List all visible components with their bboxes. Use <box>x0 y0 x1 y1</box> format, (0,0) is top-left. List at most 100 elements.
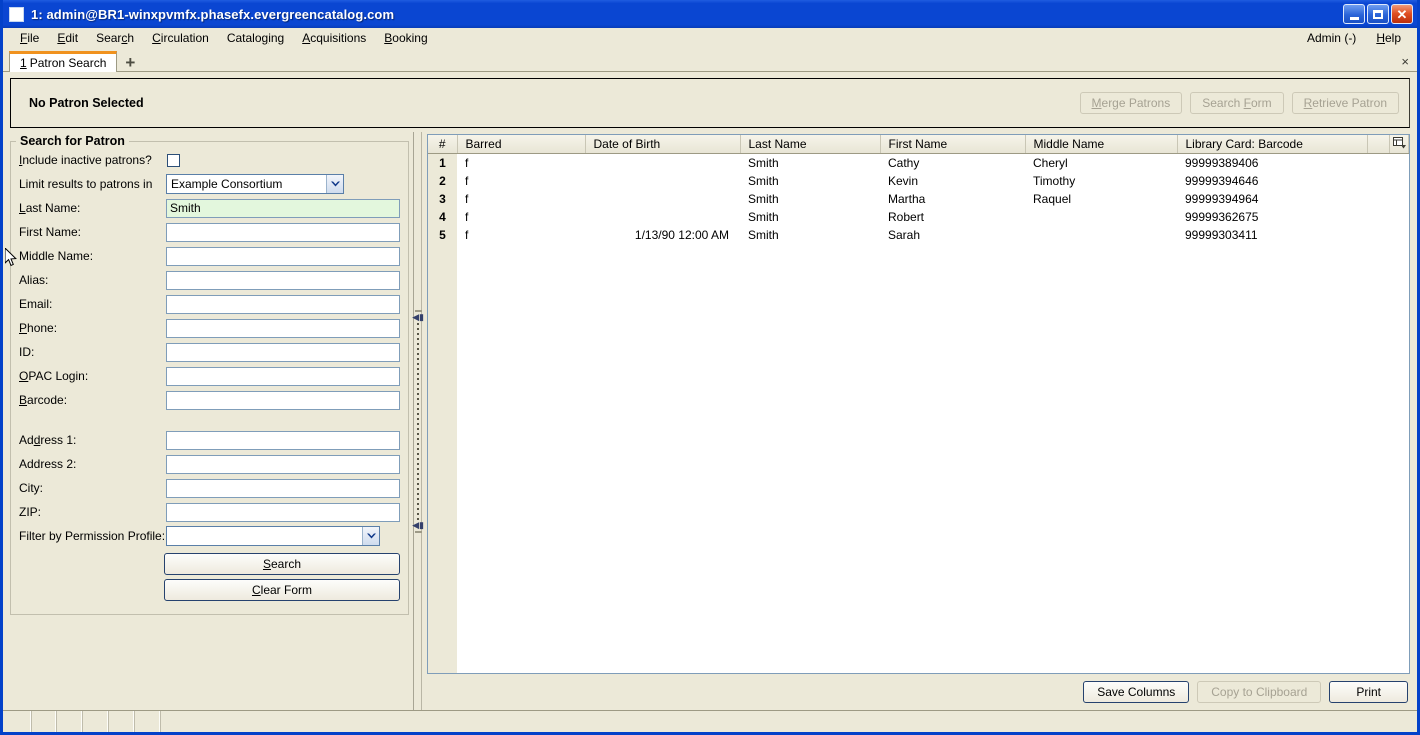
cell-barcode: 99999362675 <box>1185 209 1259 224</box>
limit-results-field: Example Consortium <box>166 172 400 196</box>
column-header-date-of-birth[interactable]: Date of Birth <box>585 135 741 154</box>
patron-status-label: No Patron Selected <box>29 96 144 110</box>
address2-label: Address 2: <box>19 457 77 471</box>
cell-middle-name <box>1025 226 1177 244</box>
middle-name-input[interactable] <box>166 246 400 266</box>
menu-cataloging[interactable]: Cataloging <box>218 29 293 47</box>
cell-filler <box>1367 208 1390 226</box>
menu-circulation[interactable]: Circulation <box>143 29 218 47</box>
address2-input[interactable] <box>166 454 400 474</box>
menu-booking[interactable]: Booking <box>375 29 436 47</box>
email-label: Email: <box>19 297 53 311</box>
new-tab-button[interactable]: + <box>125 54 135 71</box>
cell-barred: f <box>465 191 469 206</box>
clear-form-button-row: Clear Form <box>19 575 400 601</box>
cell-row-number: 1 <box>428 153 457 172</box>
permission-profile-select[interactable] <box>166 526 380 546</box>
table-row[interactable]: 5 f 1/13/90 12:00 AM Smith Sarah 9999930… <box>428 225 1409 244</box>
cell-middle-name: Raquel <box>1033 191 1072 206</box>
menu-bar: File Edit Search Circulation Cataloging … <box>3 28 1417 49</box>
close-button[interactable]: ✕ <box>1391 4 1413 24</box>
column-header-middle-name[interactable]: Middle Name <box>1025 135 1178 154</box>
splitter-grip[interactable]: ◀▮ ◀▮ <box>412 309 424 533</box>
window-controls: ✕ <box>1343 4 1413 24</box>
city-label: City: <box>19 481 43 495</box>
title-bar: 1: admin@BR1-winxpvmfx.phasefx.evergreen… <box>3 0 1417 28</box>
column-header-library-card-barcode[interactable]: Library Card: Barcode <box>1177 135 1368 154</box>
collapse-right-arrow-icon[interactable]: ◀▮ <box>412 520 424 529</box>
include-inactive-checkbox[interactable] <box>167 153 180 167</box>
merge-patrons-button[interactable]: Merge Patrons <box>1079 92 1183 114</box>
alias-input[interactable] <box>166 270 400 290</box>
chevron-down-icon <box>362 527 379 545</box>
menu-help[interactable]: Help <box>1366 29 1411 47</box>
menu-search[interactable]: Search <box>87 29 143 47</box>
cell-last-name: Smith <box>748 173 779 188</box>
retrieve-patron-button[interactable]: Retrieve Patron <box>1291 92 1399 114</box>
save-columns-button[interactable]: Save Columns <box>1083 681 1190 703</box>
search-form-button[interactable]: Search Form <box>1190 92 1284 114</box>
include-inactive-field <box>166 148 400 172</box>
barcode-input[interactable] <box>166 390 400 410</box>
minimize-button[interactable] <box>1343 4 1365 24</box>
id-input[interactable] <box>166 342 400 362</box>
splitter-dots <box>417 322 419 520</box>
column-header-barred[interactable]: Barred <box>457 135 586 154</box>
pane-splitter[interactable]: ◀▮ ◀▮ <box>409 132 427 710</box>
results-pane: # Barred Date of Birth Last Name First N… <box>427 132 1410 710</box>
menu-admin[interactable]: Admin (-) <box>1297 29 1366 47</box>
form-gap <box>19 412 400 428</box>
cell-picker <box>1390 226 1409 244</box>
first-name-label: First Name: <box>19 225 82 239</box>
include-inactive-label: Include inactive patrons? <box>19 153 152 167</box>
clear-form-button[interactable]: Clear Form <box>164 579 400 601</box>
tab-strip: 1 Patron Search + × <box>3 49 1417 72</box>
email-input[interactable] <box>166 294 400 314</box>
middle-name-field <box>166 244 400 268</box>
status-segment-5 <box>108 711 134 732</box>
search-for-patron-group: Search for Patron Include inactive patro… <box>10 134 409 615</box>
alias-field <box>166 268 400 292</box>
opac-login-field <box>166 364 400 388</box>
table-row[interactable]: 3 f Smith Martha Raquel 99999394964 <box>428 189 1409 208</box>
maximize-button[interactable] <box>1367 4 1389 24</box>
limit-results-select[interactable]: Example Consortium <box>166 174 344 194</box>
column-header-first-name[interactable]: First Name <box>880 135 1026 154</box>
splitter-tick-bottom <box>414 530 422 533</box>
menu-file[interactable]: File <box>11 29 48 47</box>
copy-to-clipboard-button[interactable]: Copy to Clipboard <box>1197 681 1322 703</box>
opac-login-label: O PAC Login: <box>19 369 89 383</box>
tab-patron-search[interactable]: 1 Patron Search <box>9 51 118 72</box>
city-input[interactable] <box>166 478 400 498</box>
zip-input[interactable] <box>166 502 400 522</box>
print-button[interactable]: Print <box>1329 681 1408 703</box>
cell-date-of-birth <box>585 190 740 208</box>
cell-row-number: 2 <box>428 171 457 190</box>
column-picker-icon[interactable] <box>1389 135 1409 154</box>
row-number-gutter <box>428 243 457 673</box>
search-button[interactable]: Search <box>164 553 400 575</box>
alias-label: Alias: <box>19 273 49 287</box>
table-row[interactable]: 2 f Smith Kevin Timothy 99999394646 <box>428 171 1409 190</box>
menu-edit[interactable]: Edit <box>48 29 87 47</box>
table-row[interactable]: 1 f Smith Cathy Cheryl 99999389406 <box>428 153 1409 172</box>
first-name-input[interactable] <box>166 222 400 242</box>
last-name-input[interactable] <box>166 198 400 218</box>
column-header-number[interactable]: # <box>428 135 458 154</box>
cell-picker <box>1390 190 1409 208</box>
menu-acquisitions[interactable]: Acquisitions <box>293 29 375 47</box>
id-field <box>166 340 400 364</box>
cell-row-number: 5 <box>428 225 457 244</box>
column-header-last-name[interactable]: Last Name <box>740 135 881 154</box>
status-bar <box>3 710 1417 732</box>
table-row[interactable]: 4 f Smith Robert 99999362675 <box>428 207 1409 226</box>
status-segment-6 <box>134 711 160 732</box>
phone-input[interactable] <box>166 318 400 338</box>
address1-input[interactable] <box>166 430 400 450</box>
split-container: Search for Patron Include inactive patro… <box>10 128 1410 710</box>
collapse-left-arrow-icon[interactable]: ◀▮ <box>412 312 424 321</box>
opac-login-input[interactable] <box>166 366 400 386</box>
barcode-label: Barcode: <box>19 393 68 407</box>
close-tab-icon[interactable]: × <box>1401 55 1409 68</box>
address2-field <box>166 452 400 476</box>
